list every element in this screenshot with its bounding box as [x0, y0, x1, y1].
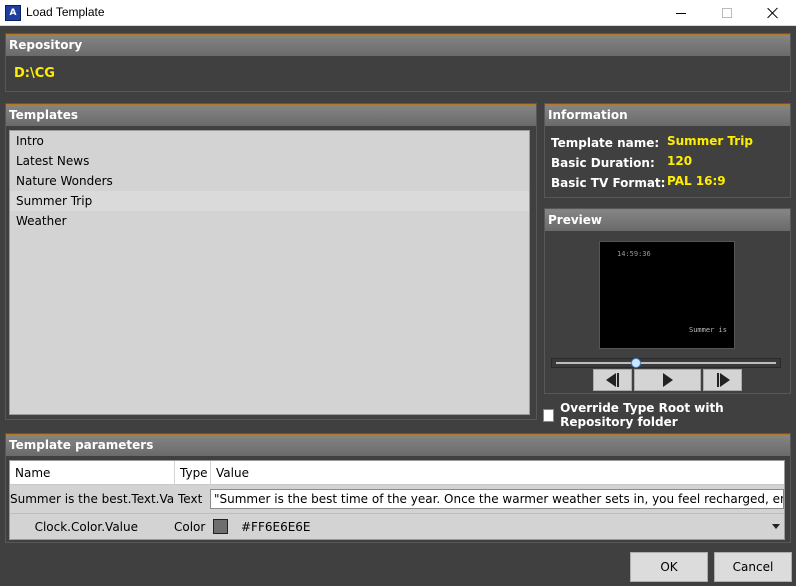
title-bar: A Load Template [0, 0, 796, 26]
information-group: Information Template name: Summer Trip B… [544, 103, 791, 198]
play-button[interactable] [634, 369, 701, 391]
preview-screen: 14:59:36 Summer is [599, 241, 735, 349]
parameters-header: Template parameters [6, 434, 790, 456]
list-item[interactable]: Intro [10, 131, 529, 151]
column-header-name[interactable]: Name [10, 461, 175, 485]
basic-duration-value: 120 [667, 154, 693, 168]
preview-group: Preview 14:59:36 Summer is [544, 208, 791, 394]
parameters-grid: Name Type Value Summer is the best.Text.… [9, 460, 785, 540]
ok-button[interactable]: OK [630, 552, 708, 582]
close-icon [767, 7, 779, 19]
window-title: Load Template [26, 5, 105, 19]
step-back-icon [605, 373, 620, 387]
list-item[interactable]: Nature Wonders [10, 171, 529, 191]
preview-caption: Summer is [689, 326, 727, 334]
param-type: Color [174, 520, 206, 534]
list-item-selected[interactable]: Summer Trip [10, 191, 529, 211]
parameters-group: Template parameters Name Type Value Summ… [5, 433, 791, 543]
preview-timestamp: 14:59:36 [617, 250, 651, 258]
color-swatch[interactable] [213, 519, 228, 534]
cancel-button[interactable]: Cancel [714, 552, 792, 582]
chevron-down-icon[interactable] [772, 524, 780, 529]
slider-track-line [556, 362, 776, 364]
minimize-icon [676, 12, 686, 14]
minimize-button[interactable] [658, 0, 704, 26]
app-icon: A [5, 5, 21, 21]
play-icon [662, 373, 673, 387]
template-name-value: Summer Trip [667, 134, 753, 148]
slider-thumb[interactable] [631, 358, 642, 368]
next-frame-button[interactable] [703, 369, 742, 391]
override-type-root-option[interactable]: Override Type Root with Repository folde… [543, 401, 796, 429]
repository-group: Repository D:\CG [5, 33, 791, 92]
templates-group: Templates Intro Latest News Nature Wonde… [5, 103, 537, 420]
param-color-value: #FF6E6E6E [241, 520, 311, 534]
param-type: Text [178, 492, 203, 506]
maximize-icon [722, 8, 732, 18]
tv-format-label: Basic TV Format: [551, 176, 666, 190]
grid-header: Name Type Value [10, 461, 784, 485]
param-text-value-input[interactable]: "Summer is the best time of the year. On… [210, 489, 784, 509]
override-label: Override Type Root with Repository folde… [560, 401, 724, 429]
information-header: Information [545, 104, 790, 126]
previous-frame-button[interactable] [593, 369, 632, 391]
repository-header: Repository [6, 34, 790, 56]
table-row[interactable]: Summer is the best.Text.Value Text "Summ… [10, 486, 784, 512]
basic-duration-label: Basic Duration: [551, 156, 655, 170]
list-item[interactable]: Latest News [10, 151, 529, 171]
param-name: Clock.Color.Value [34, 520, 138, 534]
preview-header: Preview [545, 209, 790, 231]
templates-list[interactable]: Intro Latest News Nature Wonders Summer … [9, 130, 530, 415]
close-button[interactable] [750, 0, 796, 26]
step-forward-icon [716, 373, 730, 387]
column-header-value[interactable]: Value [211, 461, 784, 485]
column-header-type[interactable]: Type [175, 461, 211, 485]
repository-path: D:\CG [14, 66, 55, 81]
table-row[interactable]: Clock.Color.Value Color #FF6E6E6E [10, 513, 784, 539]
template-name-label: Template name: [551, 136, 660, 150]
templates-header: Templates [6, 104, 536, 126]
tv-format-value: PAL 16:9 [667, 174, 726, 188]
list-item[interactable]: Weather [10, 211, 529, 231]
override-checkbox[interactable] [543, 408, 555, 422]
maximize-button[interactable] [704, 0, 750, 26]
param-name: Summer is the best.Text.Value [10, 492, 175, 506]
preview-slider[interactable] [551, 358, 781, 368]
